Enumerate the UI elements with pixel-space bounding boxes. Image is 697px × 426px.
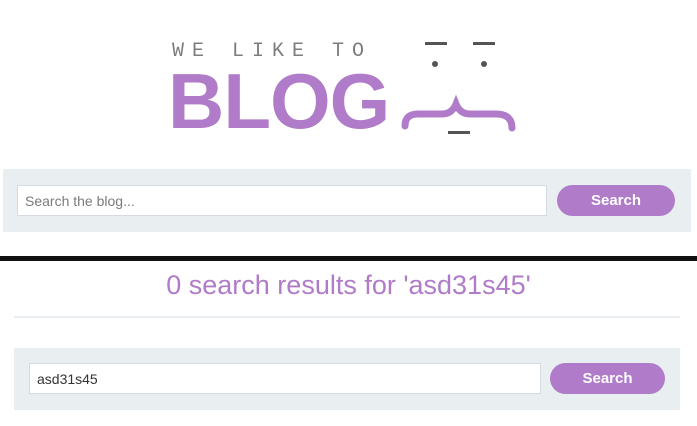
top-search-button[interactable]: Search bbox=[557, 185, 675, 216]
top-search-input[interactable] bbox=[17, 185, 547, 216]
blog-logo[interactable]: WE LIKE TO BLOG bbox=[168, 36, 532, 140]
results-search-bar: Search bbox=[14, 348, 680, 410]
results-divider bbox=[14, 316, 680, 318]
logo-wordmark: BLOG bbox=[168, 57, 390, 145]
results-heading: 0 search results for 'asd31s45' bbox=[166, 270, 531, 300]
page: WE LIKE TO BLOG Search 0 search results … bbox=[0, 0, 697, 426]
results-search-button[interactable]: Search bbox=[550, 363, 665, 394]
top-search-bar: Search bbox=[3, 169, 691, 232]
screenshot-divider bbox=[0, 256, 697, 261]
face-icon bbox=[401, 42, 516, 134]
results-search-input[interactable] bbox=[29, 363, 541, 394]
